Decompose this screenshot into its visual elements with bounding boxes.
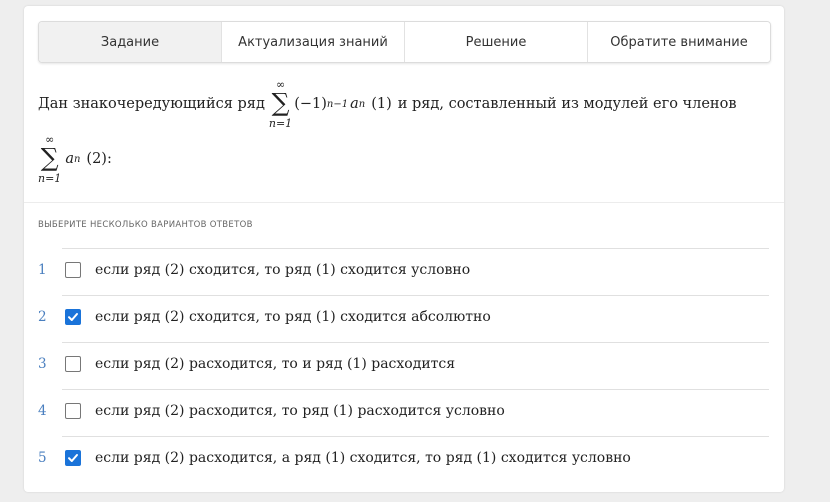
answer-option-2[interactable]: 2 если ряд (2) сходится, то ряд (1) сход… [38, 295, 769, 342]
sigma-glyph: ∑ [40, 142, 59, 172]
option-checkbox[interactable] [65, 450, 81, 466]
divider [24, 202, 784, 203]
sum-lower-limit: n=1 [38, 171, 62, 185]
option-checkbox[interactable] [65, 403, 81, 419]
option-text: если ряд (2) сходится, то ряд (1) сходит… [95, 309, 491, 325]
checkmark-icon [68, 454, 78, 462]
option-checkbox[interactable] [65, 356, 81, 372]
statement-line-2: ∞ ∑ n=1 an (2): [38, 132, 768, 186]
option-text: если ряд (2) сходится, то ряд (1) сходит… [95, 262, 471, 278]
option-number: 1 [38, 262, 47, 278]
alternating-exponent: n−1 [326, 98, 349, 110]
sum-symbol-2: ∞ ∑ n=1 [38, 134, 61, 185]
answer-option-5[interactable]: 5 если ряд (2) расходится, а ряд (1) схо… [38, 436, 769, 483]
statement-line-1: Дан знакочередующийся ряд ∞ ∑ n=1 (−1) n−… [38, 76, 768, 132]
option-checkbox[interactable] [65, 262, 81, 278]
option-number: 2 [38, 309, 47, 325]
tabs-bar: Задание Актуализация знаний Решение Обра… [38, 21, 771, 63]
answer-options: 1 если ряд (2) сходится, то ряд (1) сход… [24, 248, 784, 483]
sum-symbol-1: ∞ ∑ n=1 [269, 79, 292, 130]
term-index: n [358, 98, 366, 110]
answer-instruction: ВЫБЕРИТЕ НЕСКОЛЬКО ВАРИАНТОВ ОТВЕТОВ [38, 220, 253, 230]
tab-solution[interactable]: Решение [405, 22, 588, 62]
option-number: 5 [38, 450, 47, 466]
term-variable: a [65, 151, 74, 167]
option-checkbox[interactable] [65, 309, 81, 325]
option-text: если ряд (2) расходится, а ряд (1) сходи… [95, 450, 631, 466]
series-label-2: (2): [86, 151, 112, 167]
task-statement: Дан знакочередующийся ряд ∞ ∑ n=1 (−1) n−… [38, 76, 768, 186]
sigma-glyph: ∑ [271, 87, 290, 117]
answer-option-4[interactable]: 4 если ряд (2) расходится, то ряд (1) ра… [38, 389, 769, 436]
term-variable: a [350, 96, 359, 112]
answer-option-1[interactable]: 1 если ряд (2) сходится, то ряд (1) сход… [38, 248, 769, 295]
sum-lower-limit: n=1 [268, 116, 293, 130]
tab-attention[interactable]: Обратите внимание [588, 22, 770, 62]
statement-text-1: Дан знакочередующийся ряд [38, 96, 265, 112]
checkmark-icon [68, 313, 78, 321]
series-label-1: (1) [371, 96, 392, 112]
option-text: если ряд (2) расходится, то ряд (1) расх… [95, 403, 505, 419]
task-card: Задание Актуализация знаний Решение Обра… [24, 6, 784, 492]
option-number: 4 [38, 403, 47, 419]
alternating-factor: (−1) [294, 96, 327, 112]
option-number: 3 [38, 356, 47, 372]
answer-option-3[interactable]: 3 если ряд (2) расходится, то и ряд (1) … [38, 342, 769, 389]
statement-text-2: и ряд, составленный из модулей его члено… [397, 96, 737, 112]
tab-knowledge-update[interactable]: Актуализация знаний [222, 22, 405, 62]
tab-task[interactable]: Задание [39, 22, 222, 62]
option-text: если ряд (2) расходится, то и ряд (1) ра… [95, 356, 456, 372]
term-index: n [73, 153, 81, 165]
